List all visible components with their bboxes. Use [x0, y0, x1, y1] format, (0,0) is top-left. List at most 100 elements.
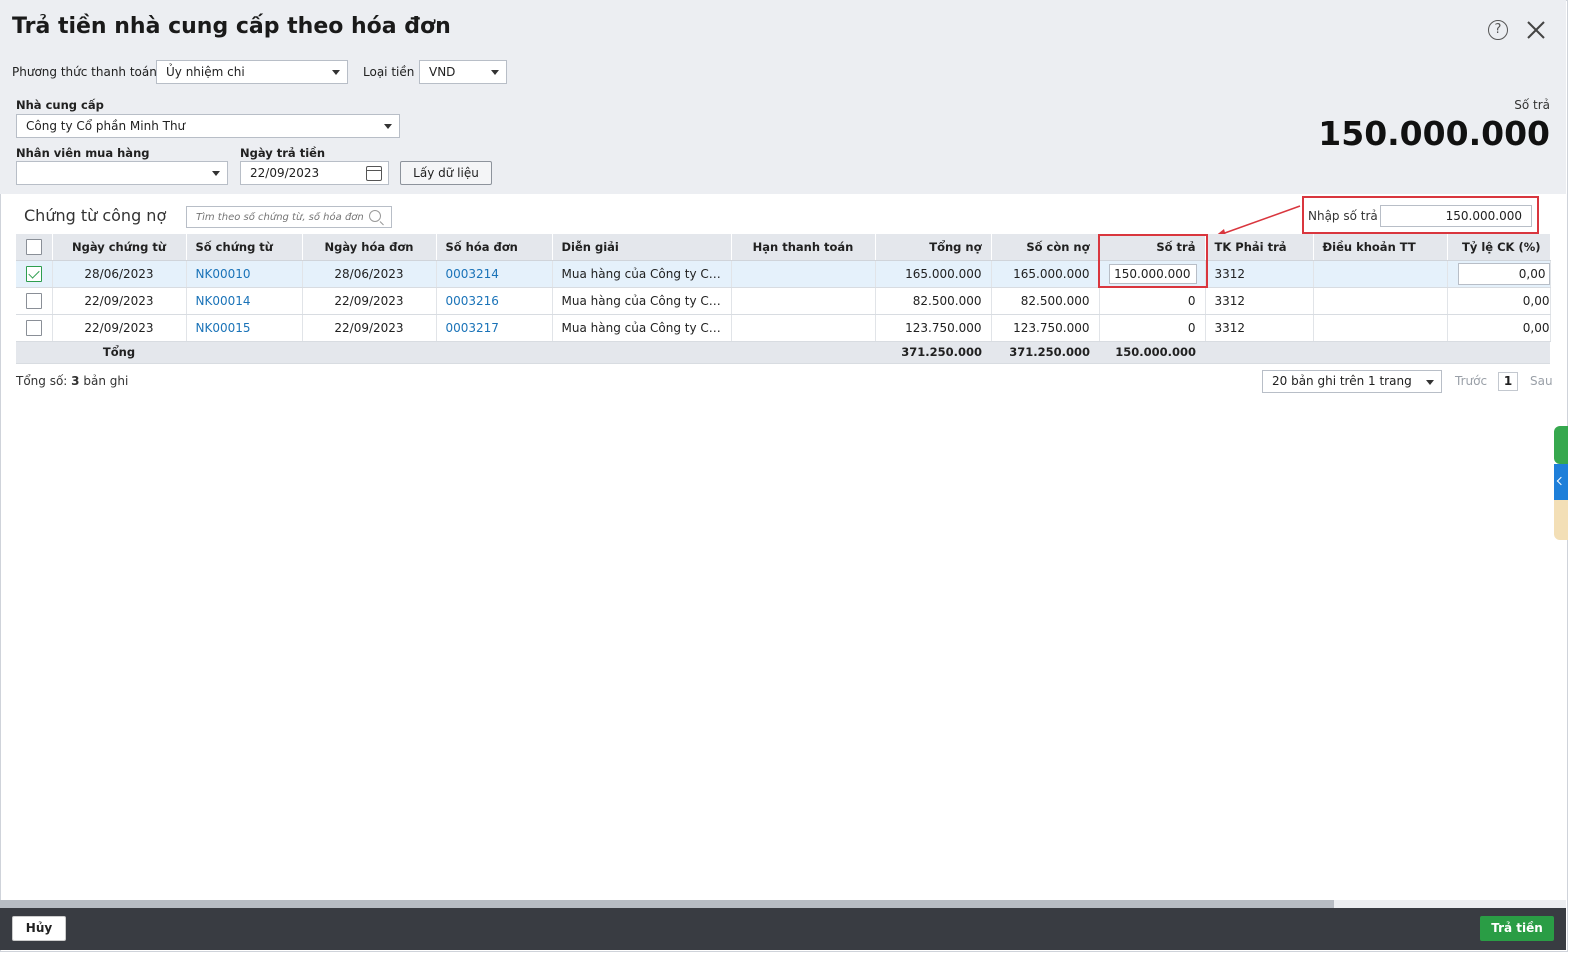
paid-cell[interactable]: 0	[1099, 287, 1206, 315]
page-size-select[interactable]: 20 bản ghi trên 1 trang	[1262, 370, 1442, 393]
chevron-down-icon	[1426, 380, 1434, 385]
cancel-button[interactable]: Hủy	[12, 916, 66, 941]
voucher-no-link[interactable]: NK00015	[186, 314, 303, 342]
currency-select[interactable]: VND	[419, 60, 507, 84]
chevron-down-icon	[332, 70, 340, 75]
enter-amount-input[interactable]: 150.000.000	[1380, 205, 1532, 227]
purchaser-select[interactable]	[16, 161, 228, 185]
pay-date-label: Ngày trả tiền	[240, 146, 326, 160]
chevron-down-icon	[212, 171, 220, 176]
col-invoice-no[interactable]: Số hóa đơn	[436, 234, 553, 261]
highlight-paid-column	[1098, 234, 1208, 288]
row-checkbox[interactable]	[25, 319, 42, 336]
enter-amount-label: Nhập số trả	[1308, 209, 1378, 223]
invoice-date-cell: 22/09/2023	[302, 287, 437, 315]
supplier-value: Công ty Cổ phần Minh Thư	[26, 119, 186, 133]
footer-total-debt: 371.250.000	[875, 340, 991, 364]
search-box[interactable]	[186, 206, 392, 228]
due-date-cell	[731, 314, 876, 342]
row-select-cell[interactable]	[16, 260, 53, 288]
chevron-down-icon	[491, 70, 499, 75]
total-debt-cell: 123.750.000	[875, 314, 992, 342]
invoice-no-link[interactable]: 0003216	[436, 287, 553, 315]
row-checkbox[interactable]	[25, 265, 42, 282]
remaining-cell: 82.500.000	[991, 287, 1100, 315]
discount-cell[interactable]: 0,00	[1447, 314, 1551, 342]
discount-input[interactable]: 0,00	[1457, 262, 1549, 285]
prev-page-button[interactable]: Trước	[1455, 374, 1487, 388]
payment-method-label: Phương thức thanh toán	[12, 65, 157, 79]
pay-amount-total: 150.000.000	[1318, 114, 1550, 153]
col-invoice-date[interactable]: Ngày hóa đơn	[302, 234, 437, 261]
search-input[interactable]	[187, 207, 363, 227]
table-row[interactable]: 22/09/2023 NK00014 22/09/2023 0003216 Mu…	[16, 287, 1551, 315]
account-cell: 3312	[1205, 260, 1314, 288]
col-voucher-date[interactable]: Ngày chứng từ	[52, 234, 187, 261]
pay-button[interactable]: Trả tiền	[1480, 916, 1554, 941]
description-cell: Mua hàng của Công ty Cổ phần Minh Thư	[552, 287, 732, 315]
calendar-icon[interactable]	[366, 166, 382, 181]
record-count: Tổng số: 3 bản ghi	[16, 374, 129, 388]
side-collapse-icon[interactable]	[1554, 464, 1568, 500]
terms-cell	[1313, 314, 1448, 342]
pay-date-input[interactable]: 22/09/2023	[240, 161, 389, 185]
col-description[interactable]: Diễn giải	[552, 234, 732, 261]
paid-cell[interactable]: 0	[1099, 314, 1206, 342]
description-cell: Mua hàng của Công ty Cổ phần Minh Thư	[552, 260, 732, 288]
col-remaining[interactable]: Số còn nợ	[991, 234, 1100, 261]
select-all-checkbox[interactable]	[25, 238, 42, 255]
footer-paid: 150.000.000	[1099, 340, 1205, 364]
discount-cell[interactable]: 0,00	[1447, 287, 1551, 315]
description-cell: Mua hàng của Công ty Cổ phần Minh Thư	[552, 314, 732, 342]
footer-total-label: Tổng	[52, 340, 186, 364]
row-select-cell[interactable]	[16, 314, 53, 342]
voucher-no-link[interactable]: NK00014	[186, 287, 303, 315]
table-row[interactable]: 22/09/2023 NK00015 22/09/2023 0003217 Mu…	[16, 314, 1551, 342]
row-select-cell[interactable]	[16, 287, 53, 315]
page-size-value: 20 bản ghi trên 1 trang	[1272, 374, 1412, 388]
search-icon[interactable]	[369, 210, 381, 222]
select-all-cell[interactable]	[16, 234, 53, 261]
total-debt-cell: 82.500.000	[875, 287, 992, 315]
col-due-date[interactable]: Hạn thanh toán	[731, 234, 876, 261]
dialog-footer	[0, 908, 1566, 950]
payment-method-select[interactable]: Ủy nhiệm chi	[156, 60, 348, 84]
col-total-debt[interactable]: Tổng nợ	[875, 234, 992, 261]
remaining-cell: 123.750.000	[991, 314, 1100, 342]
next-page-button[interactable]: Sau	[1530, 374, 1553, 388]
payment-method-value: Ủy nhiệm chi	[166, 65, 245, 79]
debt-voucher-table: Ngày chứng từ Số chứng từ Ngày hóa đơn S…	[16, 234, 1551, 364]
chevron-down-icon	[384, 124, 392, 129]
help-icon[interactable]: ?	[1488, 20, 1508, 40]
pay-date-value: 22/09/2023	[250, 166, 320, 180]
due-date-cell	[731, 287, 876, 315]
invoice-date-cell: 28/06/2023	[302, 260, 437, 288]
footer-remaining: 371.250.000	[991, 340, 1099, 364]
currency-label: Loại tiền	[363, 65, 415, 79]
table-footer-row: Tổng 371.250.000 371.250.000 150.000.000	[16, 340, 1550, 364]
invoice-date-cell: 22/09/2023	[302, 314, 437, 342]
supplier-select[interactable]: Công ty Cổ phần Minh Thư	[16, 114, 400, 138]
pay-amount-label: Số trả	[1514, 98, 1550, 112]
voucher-no-link[interactable]: NK00010	[186, 260, 303, 288]
discount-cell[interactable]: 0,00	[1447, 260, 1551, 288]
horizontal-scrollbar-thumb[interactable]	[0, 900, 1334, 908]
row-checkbox[interactable]	[25, 292, 42, 309]
section-title: Chứng từ công nợ	[24, 206, 167, 225]
account-cell: 3312	[1205, 287, 1314, 315]
remaining-cell: 165.000.000	[991, 260, 1100, 288]
invoice-no-link[interactable]: 0003214	[436, 260, 553, 288]
col-account[interactable]: TK Phải trả	[1205, 234, 1314, 261]
col-terms[interactable]: Điều khoản TT	[1313, 234, 1448, 261]
side-tab-notes[interactable]	[1554, 500, 1568, 540]
table-row[interactable]: 28/06/2023 NK00010 28/06/2023 0003214 Mu…	[16, 260, 1551, 288]
fetch-data-button[interactable]: Lấy dữ liệu	[400, 161, 492, 185]
terms-cell	[1313, 287, 1448, 315]
dialog-title: Trả tiền nhà cung cấp theo hóa đơn	[12, 14, 451, 39]
side-tab-green[interactable]	[1554, 426, 1568, 464]
page-number[interactable]: 1	[1498, 372, 1518, 391]
close-icon[interactable]	[1524, 18, 1548, 42]
invoice-no-link[interactable]: 0003217	[436, 314, 553, 342]
col-voucher-no[interactable]: Số chứng từ	[186, 234, 303, 261]
col-discount[interactable]: Tỷ lệ CK (%)	[1447, 234, 1551, 261]
